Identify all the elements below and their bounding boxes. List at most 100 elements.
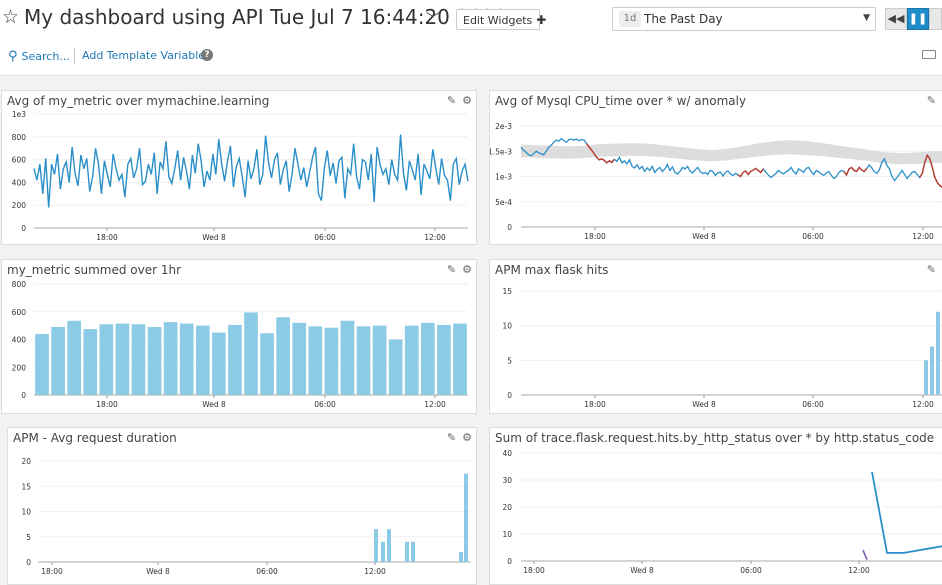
x-tick-label: Wed 8 — [692, 232, 716, 241]
bar — [936, 311, 940, 395]
x-tick-label: 06:00 — [802, 400, 824, 409]
pause-icon: ❚❚ — [908, 12, 928, 25]
bar — [387, 529, 391, 562]
bar — [437, 324, 451, 395]
bar — [260, 333, 274, 395]
series-line — [871, 471, 942, 554]
bar — [930, 346, 934, 395]
y-tick-label: 0 — [21, 224, 26, 233]
bar — [308, 326, 323, 395]
y-tick-label: 20 — [21, 457, 31, 466]
bar — [464, 473, 468, 562]
bar — [147, 327, 162, 395]
rewind-icon: ◀◀ — [887, 12, 905, 25]
search-label: Search... — [21, 50, 70, 63]
x-tick-label: Wed 8 — [692, 400, 716, 409]
bar — [453, 323, 467, 395]
chart-my-metric-avg: 1e3 800 600 400 200 0 18:00 Wed 8 06:00 12:00 — [12, 110, 469, 242]
bar — [99, 324, 114, 395]
bar — [405, 541, 409, 562]
bar — [51, 327, 65, 395]
time-range-badge: 1d — [619, 11, 641, 27]
y-tick-label: 200 — [12, 363, 27, 372]
chart-apm-max-flask-hits: 15 10 5 0 18:00 Wed 8 06:00 12:00 — [502, 287, 942, 409]
bar — [459, 551, 463, 562]
chart-my-metric-summed: 800 600 400 200 0 18:00 Wed 8 06:00 12:00 — [12, 280, 468, 409]
edit-widgets-button[interactable]: Edit Widgets ✚ — [456, 9, 546, 30]
search-icon: ⚲ — [8, 49, 18, 64]
x-tick-label: 06:00 — [314, 400, 336, 409]
search-link[interactable]: ⚲ Search... — [8, 49, 70, 64]
x-tick-label: Wed 8 — [202, 400, 226, 409]
forward-button[interactable] — [929, 8, 942, 30]
x-tick-label: 18:00 — [96, 400, 118, 409]
y-tick-label: 5 — [507, 356, 512, 365]
x-tick-label: 06:00 — [314, 233, 336, 242]
add-template-variables-link[interactable]: Add Template Variables — [82, 49, 211, 62]
bar — [420, 322, 435, 395]
y-tick-label: 20 — [502, 503, 512, 512]
x-tick-label: Wed 8 — [202, 233, 226, 242]
help-icon[interactable]: ? — [201, 49, 213, 61]
y-tick-label: 400 — [12, 178, 27, 187]
anomaly-segment — [737, 167, 764, 178]
x-tick-label: 18:00 — [96, 233, 118, 242]
bar — [292, 322, 307, 395]
bar — [381, 541, 385, 562]
star-icon[interactable]: ☆ — [2, 6, 19, 28]
edit-widgets-label: Edit Widgets — [463, 14, 533, 27]
x-tick-label: 06:00 — [740, 566, 762, 575]
keyboard-icon[interactable] — [922, 50, 936, 59]
bar — [115, 323, 130, 395]
x-tick-label: 12:00 — [848, 566, 870, 575]
rewind-button[interactable]: ◀◀ — [885, 8, 907, 30]
y-tick-label: 10 — [502, 322, 512, 331]
y-tick-label: 600 — [12, 308, 27, 317]
y-tick-label: 15 — [21, 482, 31, 491]
x-tick-label: 12:00 — [364, 567, 386, 576]
x-tick-label: 18:00 — [41, 567, 63, 576]
widget-my-metric-avg: Avg of my_metric over mymachine.learning… — [1, 90, 477, 245]
y-tick-label: 200 — [12, 201, 27, 210]
y-tick-label: 5e-4 — [495, 198, 512, 207]
y-tick-label: 10 — [21, 508, 31, 517]
bar — [324, 327, 339, 395]
bar — [212, 332, 226, 395]
x-tick-label: 12:00 — [912, 400, 934, 409]
widget-my-metric-summed: my_metric summed over 1hr ✎ ⚙ 800 600 400 20… — [1, 259, 477, 414]
x-tick-label: 18:00 — [584, 232, 606, 241]
y-tick-label: 2e-3 — [495, 122, 512, 131]
series-line — [862, 549, 868, 560]
bar — [372, 325, 387, 395]
bar — [374, 529, 378, 562]
pause-button[interactable]: ❚❚ — [907, 8, 929, 30]
x-tick-label: 06:00 — [802, 232, 824, 241]
y-tick-label: 1e-3 — [495, 173, 512, 182]
chart-apm-avg-request-duration: 20 15 10 5 0 18:00 Wed 8 06:00 12:00 — [21, 457, 471, 576]
y-tick-label: 1e3 — [12, 110, 26, 119]
x-tick-label: 18:00 — [584, 400, 606, 409]
chevron-down-icon[interactable]: ﹀ — [426, 9, 440, 29]
bar — [67, 320, 82, 395]
chart-mysql-cpu-anomaly: 2e-3 1.5e-3 1e-3 5e-4 0 18:00 Wed 8 06:00 12:00 — [490, 122, 942, 241]
y-tick-label: 0 — [21, 391, 26, 400]
caret-down-icon: ▼ — [863, 13, 870, 23]
divider — [74, 48, 75, 64]
bar — [276, 317, 290, 395]
bar — [228, 324, 242, 395]
widget-flask-hits-by-status: Sum of trace.flask.request.hits.by_http_… — [489, 427, 942, 585]
top-bar: ☆ My dashboard using API Tue Jul 7 16:44… — [0, 0, 942, 76]
bar — [195, 325, 210, 395]
anomaly-band — [521, 140, 942, 165]
x-tick-label: Wed 8 — [146, 567, 170, 576]
bar — [35, 333, 49, 395]
time-range-select[interactable]: 1d The Past Day ▼ — [612, 7, 876, 31]
bar — [244, 312, 258, 395]
chart-flask-hits-by-status: 40 30 20 10 0 18:00 Wed 8 06:00 12:00 — [502, 449, 942, 575]
y-tick-label: 15 — [502, 287, 512, 296]
bar — [404, 325, 419, 395]
x-tick-label: Wed 8 — [630, 566, 654, 575]
y-tick-label: 0 — [507, 557, 512, 566]
y-tick-label: 600 — [12, 156, 27, 165]
y-tick-label: 800 — [12, 280, 27, 289]
